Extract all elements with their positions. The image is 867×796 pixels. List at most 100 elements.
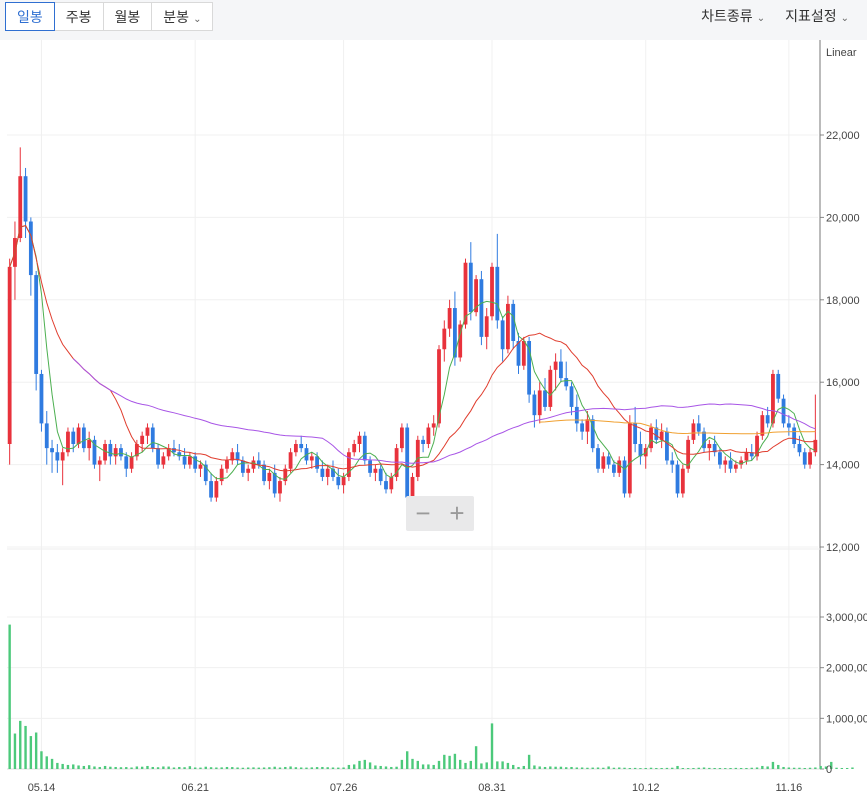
tab-monthly[interactable]: 월봉: [103, 2, 153, 31]
volume-bar: [109, 766, 112, 769]
volume-bar: [72, 764, 75, 769]
candle-body: [267, 472, 272, 482]
volume-bar: [363, 759, 366, 769]
candle-body: [744, 452, 749, 461]
candle-body: [691, 423, 696, 440]
zoom-out-button[interactable]: −: [406, 496, 440, 531]
chevron-down-icon: ⌄: [193, 14, 202, 25]
chart-type-dropdown[interactable]: 차트종류 ⌄: [691, 2, 775, 31]
candle-body: [670, 460, 675, 465]
chevron-down-icon: ⌄: [840, 13, 849, 24]
candle-body: [696, 423, 701, 432]
volume-bar: [618, 767, 621, 769]
volume-bar: [8, 624, 11, 769]
volume-bar: [835, 767, 838, 769]
candle-body: [384, 481, 388, 490]
volume-bar: [697, 767, 700, 769]
volume-bar: [342, 767, 345, 769]
volume-bar: [400, 759, 404, 769]
volume-bar: [114, 766, 117, 769]
volume-bar: [623, 767, 626, 769]
volume-bar: [390, 766, 393, 769]
candle-body: [649, 427, 653, 449]
candle-body: [718, 452, 722, 465]
axis-labels: 05.1406.2107.2608.3110.1211.1612.2112,00…: [28, 47, 867, 794]
volume-bar: [178, 766, 181, 769]
price-tick-label: 20,000: [826, 212, 860, 224]
volume-bar: [252, 767, 255, 769]
zoom-in-button[interactable]: +: [440, 496, 474, 531]
candle-body: [299, 444, 304, 449]
volume-bar: [734, 767, 738, 769]
candle-body: [124, 456, 129, 469]
price-tick-label: 16,000: [826, 377, 860, 389]
candle-body: [209, 481, 213, 498]
candle-body: [585, 419, 590, 432]
price-tick-label: 18,000: [826, 295, 860, 307]
candle-body: [187, 456, 192, 465]
volume-bar: [501, 761, 504, 769]
volume-bar: [702, 767, 706, 769]
volume-bar: [29, 736, 33, 769]
volume-bar: [257, 767, 260, 769]
ma5-line: [9, 225, 816, 480]
stock-chart[interactable]: 05.1406.2107.2608.3110.1211.1612.2112,00…: [0, 40, 867, 796]
candle-body: [569, 386, 574, 407]
candle-body: [76, 427, 81, 444]
candle-body: [559, 361, 563, 379]
x-tick-label: 07.26: [330, 782, 358, 794]
volume-bar: [193, 767, 197, 769]
candle-body: [240, 460, 245, 473]
volume-bars: [8, 624, 854, 769]
indicator-settings-dropdown[interactable]: 지표설정 ⌄: [775, 2, 859, 31]
volume-bar: [771, 761, 775, 769]
volume-tick-label: 2,000,000: [826, 663, 867, 675]
volume-bar: [45, 756, 48, 769]
volume-bar: [554, 766, 557, 769]
volume-bar: [543, 766, 547, 769]
volume-bar: [649, 767, 653, 769]
candle-body: [675, 464, 680, 494]
candle-body: [119, 448, 123, 457]
volume-bar: [692, 767, 695, 769]
volume-bar: [432, 764, 435, 769]
candle-body: [28, 221, 33, 276]
volume-bar: [241, 767, 245, 769]
volume-bar: [172, 767, 176, 769]
volume-bar: [777, 764, 780, 769]
volume-bar: [761, 765, 764, 769]
candle-body: [140, 435, 145, 444]
candle-body: [60, 452, 65, 461]
candle-body: [781, 398, 786, 424]
x-tick-label: 08.31: [478, 782, 506, 794]
candle-body: [606, 456, 611, 465]
volume-bar: [188, 766, 192, 769]
volume-tick-label: 3,000,000: [826, 612, 867, 624]
zoom-control: − +: [406, 496, 474, 531]
candle-body: [500, 320, 505, 350]
tab-daily[interactable]: 일봉: [5, 2, 55, 31]
volume-bar: [421, 764, 425, 769]
candle-body: [156, 448, 160, 465]
volume-bar: [103, 765, 107, 769]
candle-body: [225, 460, 229, 469]
candle-body: [707, 444, 712, 449]
volume-bar: [665, 767, 669, 769]
volume-bar: [718, 767, 722, 769]
candle-body: [601, 456, 606, 469]
volume-bar: [681, 767, 685, 769]
volume-bar: [628, 767, 632, 769]
tab-minute[interactable]: 분봉 ⌄: [152, 2, 214, 31]
candle-body: [802, 452, 807, 465]
chevron-down-icon: ⌄: [756, 13, 766, 24]
volume-bar: [411, 758, 414, 769]
candle-body: [537, 390, 542, 416]
candle-body: [723, 460, 728, 465]
volume-bar: [655, 767, 658, 769]
volume-bar: [13, 733, 17, 769]
volume-bar: [724, 768, 727, 769]
volume-bar: [538, 766, 541, 769]
candle-body: [580, 423, 585, 432]
tab-weekly[interactable]: 주봉: [54, 2, 104, 31]
volume-bar: [204, 766, 207, 769]
